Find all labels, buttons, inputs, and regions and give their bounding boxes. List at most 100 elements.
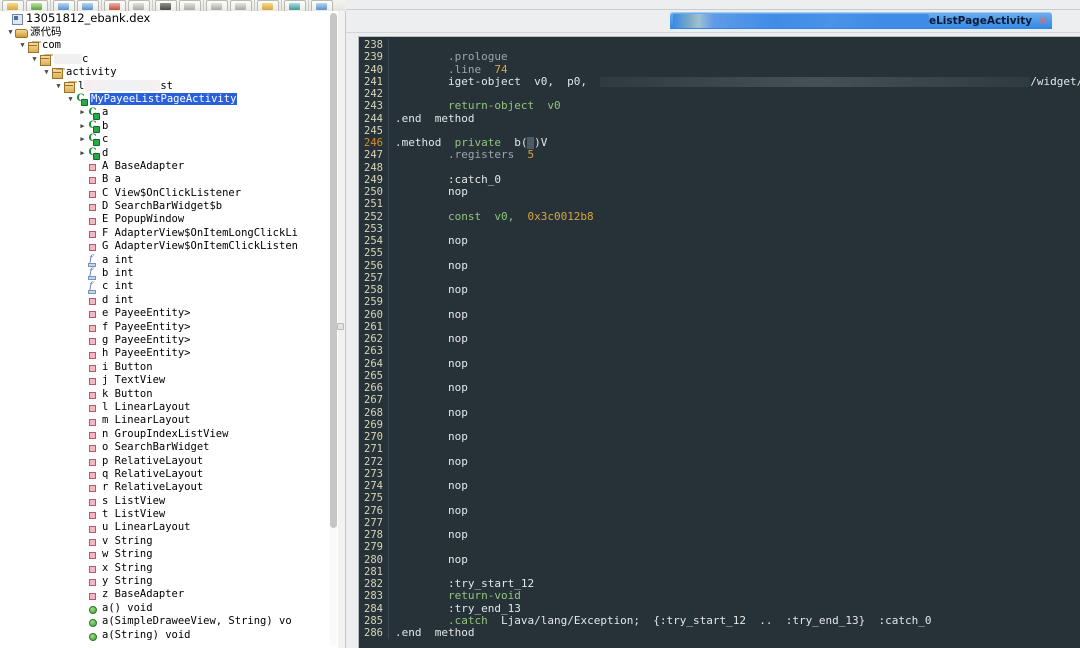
undo-button[interactable]: [53, 0, 75, 11]
code-line-250[interactable]: 250 nop: [359, 185, 1080, 199]
code-line-262[interactable]: 262 nop: [359, 332, 1080, 346]
search-dropdown-button[interactable]: [179, 0, 201, 11]
tree-item-d-int[interactable]: ▶ d int: [0, 294, 330, 307]
chevron-right-icon[interactable]: ▶: [78, 147, 87, 160]
tree-item-f-payeeentity[interactable]: ▶ f PayeeEntity>: [0, 321, 330, 334]
code-line-244[interactable]: 244 .end method: [359, 112, 1080, 125]
help-button[interactable]: [311, 0, 333, 11]
class-tree-scroll-area[interactable]: ▶ 13051812_ebank.dex ▼源代码▼com▼c▼activity…: [0, 11, 330, 648]
tree-item-g-payeeentity[interactable]: ▶ g PayeeEntity>: [0, 334, 330, 347]
tree-item-st[interactable]: ▼ l st: [0, 80, 330, 93]
tree-item-e-payeeentity[interactable]: ▶ e PayeeEntity>: [0, 307, 330, 320]
code-line-276[interactable]: 276 nop: [359, 504, 1080, 517]
code-line-272[interactable]: 272 nop: [359, 455, 1080, 468]
tree-item-h-payeeentity[interactable]: ▶ h PayeeEntity>: [0, 347, 330, 360]
save-button[interactable]: [26, 0, 48, 11]
tree-item-w-string[interactable]: ▶ w String: [0, 548, 330, 561]
export-button[interactable]: [257, 0, 279, 11]
tree-item-r-relativelayout[interactable]: ▶ r RelativeLayout: [0, 481, 330, 494]
code-line-258[interactable]: 258 nop: [359, 283, 1080, 297]
tree-item-o-searchbarwidget[interactable]: ▶ o SearchBarWidget: [0, 441, 330, 454]
close-icon[interactable]: ✕: [1038, 15, 1048, 27]
tree-item-a-simpledraweeview-string-vo[interactable]: ▶ a(SimpleDraweeView, String) vo: [0, 615, 330, 628]
settings-button[interactable]: [284, 0, 306, 11]
tree-item-b-a[interactable]: ▶ B a: [0, 173, 330, 186]
tree-item-e-popupwindow[interactable]: ▶ E PopupWindow: [0, 213, 330, 226]
chevron-right-icon[interactable]: ▶: [78, 106, 87, 119]
redo-button[interactable]: [77, 0, 99, 11]
code-line-274[interactable]: 274 nop: [359, 479, 1080, 493]
twisty-spacer: ▶: [78, 173, 87, 186]
tree-item-a-string-void[interactable]: ▶ a(String) void: [0, 629, 330, 642]
navigate-back-button[interactable]: [206, 0, 228, 11]
chevron-down-icon[interactable]: ▼: [66, 93, 75, 106]
cut-button[interactable]: [104, 0, 126, 11]
code-line-266[interactable]: 266 nop: [359, 381, 1080, 395]
chevron-right-icon[interactable]: ▶: [78, 120, 87, 133]
code-line-241[interactable]: 241 iget-object v0, p0, /widget/TextView…: [359, 75, 1080, 88]
tree-item-c[interactable]: ▼ c: [0, 53, 330, 66]
tree-item-d-searchbarwidget-b[interactable]: ▶ D SearchBarWidget$b: [0, 200, 330, 213]
tree-item-a-void[interactable]: ▶ a() void: [0, 602, 330, 615]
tree-item-a[interactable]: ▶a: [0, 106, 330, 120]
tree-item-c-view-onclicklistener[interactable]: ▶ C View$OnClickListener: [0, 187, 330, 200]
tree-scrollbar-thumb[interactable]: [330, 13, 337, 528]
code-line-252[interactable]: 252 const v0, 0x3c0012b8: [359, 210, 1080, 223]
tree-item-j-textview[interactable]: ▶ j TextView: [0, 374, 330, 387]
navigate-forward-button[interactable]: [230, 0, 252, 11]
panel-divider[interactable]: [337, 11, 345, 648]
chevron-down-icon[interactable]: ▼: [18, 39, 27, 52]
code-line-268[interactable]: 268 nop: [359, 406, 1080, 419]
tree-item-g-adapterview-onitemclicklisten[interactable]: ▶ G AdapterView$OnItemClickListen: [0, 240, 330, 253]
tree-vertical-scrollbar[interactable]: [330, 13, 337, 646]
open-file-button[interactable]: [2, 0, 24, 11]
tree-item-c-int[interactable]: ▶ c int: [0, 280, 330, 294]
tree-item-p-relativelayout[interactable]: ▶ p RelativeLayout: [0, 455, 330, 468]
code-line-280[interactable]: 280 nop: [359, 553, 1080, 566]
code-line-260[interactable]: 260 nop: [359, 308, 1080, 321]
tree-item-t-listview[interactable]: ▶ t ListView: [0, 508, 330, 521]
tree-item-a-baseadapter[interactable]: ▶ A BaseAdapter: [0, 160, 330, 173]
tree-item-q-relativelayout[interactable]: ▶ q RelativeLayout: [0, 468, 330, 481]
editor-tab[interactable]: eListPageActivity ✕: [670, 12, 1053, 29]
panel-divider-grip[interactable]: [337, 323, 344, 330]
tree-item-s-listview[interactable]: ▶ s ListView: [0, 495, 330, 508]
code-line-247[interactable]: 247 .registers 5: [359, 149, 1080, 162]
tree-item-activity[interactable]: ▼ activity: [0, 66, 330, 80]
tree-item-n-groupindexlistview[interactable]: ▶ n GroupIndexListView: [0, 428, 330, 441]
code-line-264[interactable]: 264 nop: [359, 357, 1080, 370]
tree-item-z-baseadapter[interactable]: ▶ z BaseAdapter: [0, 588, 330, 601]
tree-item-f-adapterview-onitemlongclickli[interactable]: ▶ F AdapterView$OnItemLongClickLi: [0, 227, 330, 240]
tree-item-k-button[interactable]: ▶ k Button: [0, 388, 330, 401]
tree-item-d[interactable]: ▶d: [0, 147, 330, 160]
tree-item-b[interactable]: ▶b: [0, 120, 330, 133]
chevron-down-icon[interactable]: ▼: [30, 53, 39, 66]
code-line-286[interactable]: 286 .end method: [359, 626, 1080, 640]
tree-root-node[interactable]: ▶ 13051812_ebank.dex: [0, 11, 330, 26]
smali-code-viewer[interactable]: 238 239 .prologue 240 .line 74 241 iget-obj…: [358, 36, 1080, 648]
tree-item-mypayeelistpageactivity[interactable]: ▼ MyPayeeListPageActivity: [0, 92, 330, 107]
copy-button[interactable]: [128, 0, 150, 11]
tree-item-c[interactable]: ▶ c: [0, 133, 330, 147]
code-line-256[interactable]: 256 nop: [359, 259, 1080, 272]
chevron-down-icon[interactable]: ▼: [54, 80, 63, 93]
tree-item-l-linearlayout[interactable]: ▶ l LinearLayout: [0, 401, 330, 414]
reverse-engineering-app-window: ▶ 13051812_ebank.dex ▼源代码▼com▼c▼activity…: [0, 0, 1080, 648]
tree-item-a-int[interactable]: ▶ a int: [0, 253, 330, 267]
tree-item-y-string[interactable]: ▶ y String: [0, 575, 330, 588]
chevron-down-icon[interactable]: ▼: [42, 66, 51, 79]
tree-item-x-string[interactable]: ▶ x String: [0, 562, 330, 575]
tree-item-v-string[interactable]: ▶ v String: [0, 535, 330, 548]
tree-item-i-button[interactable]: ▶ i Button: [0, 361, 330, 374]
tree-item-u-linearlayout[interactable]: ▶ u LinearLayout: [0, 521, 330, 534]
chevron-right-icon[interactable]: ▶: [78, 133, 87, 146]
tree-item-node-0[interactable]: ▼ 源代码: [0, 26, 330, 39]
tree-item-b-int[interactable]: ▶ b int: [0, 266, 330, 281]
tree-item-com[interactable]: ▼ com: [0, 39, 330, 53]
code-line-270[interactable]: 270 nop: [359, 430, 1080, 444]
chevron-down-icon[interactable]: ▼: [6, 26, 15, 39]
code-line-254[interactable]: 254 nop: [359, 234, 1080, 248]
tree-item-m-linearlayout[interactable]: ▶ m LinearLayout: [0, 414, 330, 427]
code-line-278[interactable]: 278 nop: [359, 528, 1080, 542]
search-button[interactable]: [155, 0, 177, 11]
